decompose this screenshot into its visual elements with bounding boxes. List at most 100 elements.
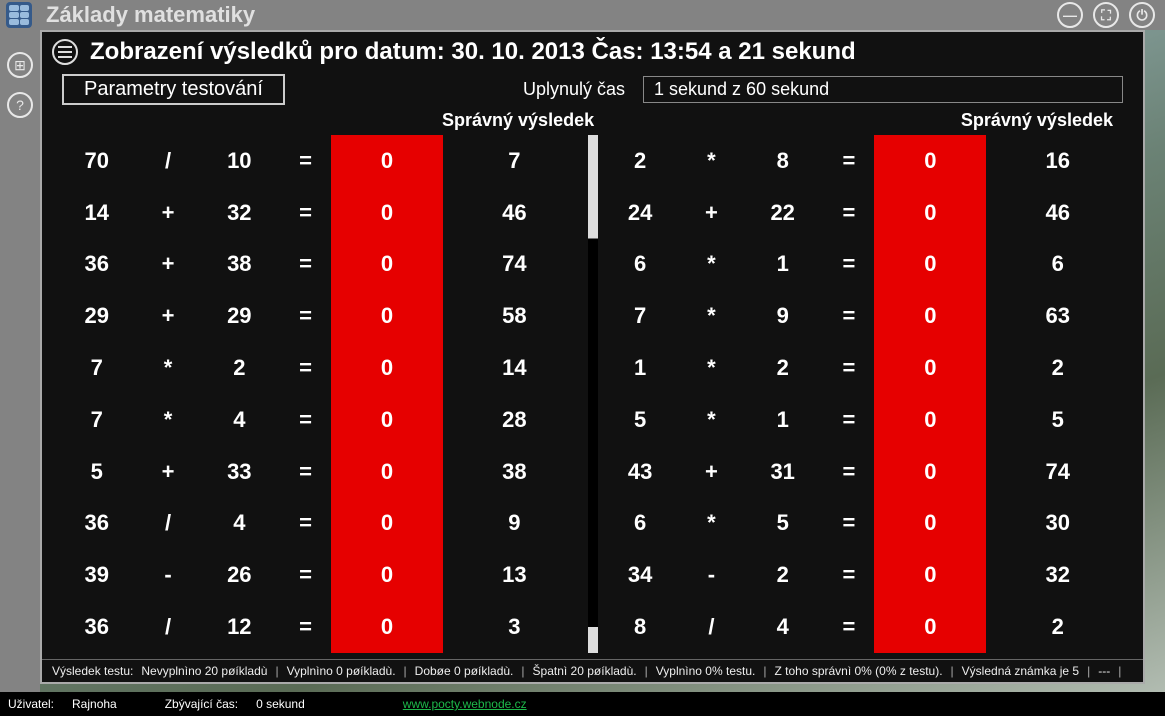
help-icon[interactable]: ? [7,92,33,118]
table-row: 36+38=074 [56,239,586,291]
summary-item: Vyplnìno 0% testu. [656,664,756,678]
operand-b: 29 [199,290,280,342]
operator: + [137,187,198,239]
table-row: 7*9=063 [599,290,1129,342]
operand-b: 33 [199,446,280,498]
correct-answer-cell: 5 [986,394,1129,446]
operator: + [681,446,742,498]
equals-sign: = [280,446,331,498]
user-answer-cell: 0 [874,601,986,653]
operand-b: 12 [199,601,280,653]
operand-a: 36 [56,498,137,550]
correct-answer-cell: 46 [986,187,1129,239]
operator: * [681,394,742,446]
operator: + [137,290,198,342]
user-answer-cell: 0 [874,394,986,446]
equals-sign: = [823,342,874,394]
app-title: Základy matematiky [46,2,255,28]
panel-menu-icon[interactable] [52,39,78,65]
correct-answer-cell: 6 [986,239,1129,291]
operand-b: 4 [742,601,823,653]
correct-answer-cell: 32 [986,549,1129,601]
summary-item: Špatnì 20 pøíkladù. [533,664,637,678]
operand-a: 24 [599,187,680,239]
operand-a: 36 [56,239,137,291]
correct-answer-cell: 3 [443,601,586,653]
window-controls: — ⛶ ⏻ [1057,0,1155,30]
table-row: 1*2=02 [599,342,1129,394]
summary-item: Dobøe 0 pøíkladù. [415,664,514,678]
summary-label: Výsledek testu: [52,664,133,678]
table-row: 70/10=07 [56,135,586,187]
results-panel: Zobrazení výsledků pro datum: 30. 10. 20… [40,30,1145,684]
operator: * [681,135,742,187]
controls-row: Parametry testování Uplynulý čas 1 sekun… [42,72,1143,106]
equals-sign: = [280,601,331,653]
equals-sign: = [280,394,331,446]
table-row: 24+22=046 [599,187,1129,239]
correct-header-left: Správný výsledek [442,110,594,131]
vertical-separator [586,135,600,653]
table-row: 14+32=046 [56,187,586,239]
user-answer-cell: 0 [331,135,443,187]
operand-a: 1 [599,342,680,394]
equals-sign: = [823,446,874,498]
website-link[interactable]: www.pocty.webnode.cz [403,697,527,711]
power-icon[interactable]: ⏻ [1129,2,1155,28]
equals-sign: = [280,290,331,342]
table-row: 36/12=03 [56,601,586,653]
maximize-icon[interactable]: ⛶ [1093,2,1119,28]
operand-b: 10 [199,135,280,187]
operand-b: 5 [742,498,823,550]
equals-sign: = [823,239,874,291]
operator: / [137,498,198,550]
side-rail: ⊞ ? [0,30,40,692]
minimize-icon[interactable]: — [1057,2,1083,28]
operand-a: 2 [599,135,680,187]
correct-answer-cell: 63 [986,290,1129,342]
operand-a: 7 [56,342,137,394]
operand-a: 14 [56,187,137,239]
user-name: Rajnoha [72,697,117,711]
operand-a: 29 [56,290,137,342]
panel-header: Zobrazení výsledků pro datum: 30. 10. 20… [42,32,1143,72]
operator: - [137,549,198,601]
correct-answer-cell: 13 [443,549,586,601]
equals-sign: = [280,135,331,187]
user-answer-cell: 0 [874,498,986,550]
equals-sign: = [823,601,874,653]
params-button[interactable]: Parametry testování [62,74,285,105]
equals-sign: = [823,135,874,187]
table-row: 8/4=02 [599,601,1129,653]
operand-a: 36 [56,601,137,653]
operand-b: 8 [742,135,823,187]
exercise-table-right: 2*8=01624+22=0466*1=067*9=0631*2=025*1=0… [599,135,1129,653]
operand-b: 1 [742,239,823,291]
user-answer-cell: 0 [331,601,443,653]
user-answer-cell: 0 [874,290,986,342]
equals-sign: = [823,290,874,342]
operator: / [137,135,198,187]
column-headers: Správný výsledek Správný výsledek [42,106,1143,133]
user-answer-cell: 0 [874,239,986,291]
user-answer-cell: 0 [331,290,443,342]
user-answer-cell: 0 [331,446,443,498]
table-row: 43+31=074 [599,446,1129,498]
operand-a: 6 [599,239,680,291]
table-row: 39-26=013 [56,549,586,601]
operator: + [681,187,742,239]
user-answer-cell: 0 [331,549,443,601]
grid-menu-icon[interactable]: ⊞ [7,52,33,78]
operand-b: 2 [199,342,280,394]
operator: * [681,498,742,550]
user-answer-cell: 0 [331,394,443,446]
elapsed-value: 1 sekund z 60 sekund [643,76,1123,103]
table-row: 36/4=09 [56,498,586,550]
app-icon [6,2,32,28]
operator: * [681,290,742,342]
equals-sign: = [280,342,331,394]
status-footer: Uživatel: Rajnoha Zbývající čas: 0 sekun… [0,692,1165,716]
correct-answer-cell: 74 [986,446,1129,498]
operator: - [681,549,742,601]
correct-answer-cell: 28 [443,394,586,446]
